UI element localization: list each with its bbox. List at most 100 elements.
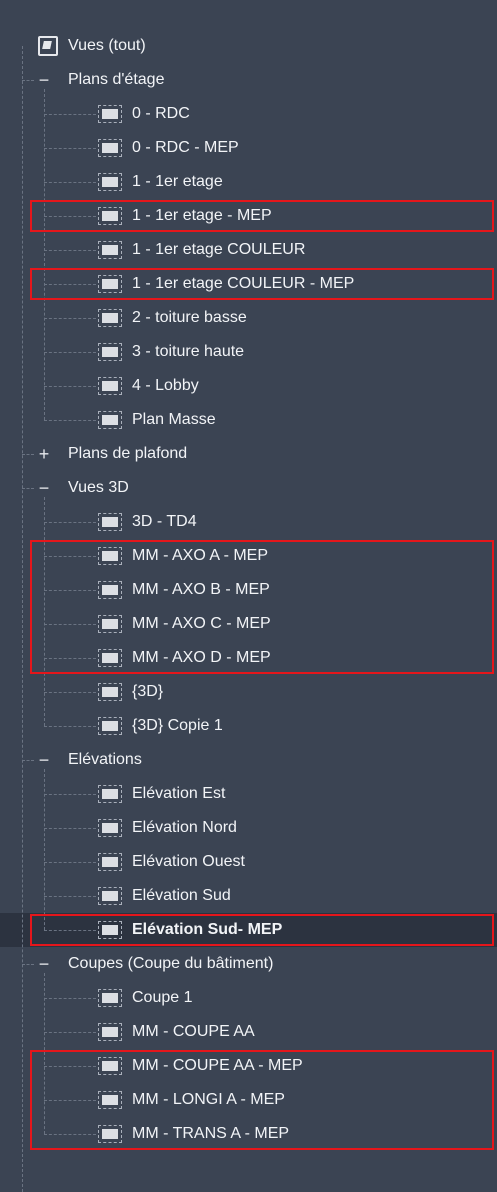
views-root-icon	[38, 36, 58, 56]
tree-connector-line	[44, 1066, 96, 1067]
tree-connector-line	[22, 46, 23, 1192]
tree-root-views-all[interactable]: Vues (tout)	[0, 29, 497, 63]
view-icon	[98, 1057, 122, 1075]
tree-connector-line	[44, 89, 45, 420]
view-icon	[98, 173, 122, 191]
view-icon	[98, 989, 122, 1007]
tree-item-label: Coupe 1	[132, 989, 193, 1006]
tree-item-label: Plan Masse	[132, 411, 216, 428]
tree-item-label: MM - COUPE AA	[132, 1023, 255, 1040]
view-icon	[98, 785, 122, 803]
tree-connector-line	[44, 318, 96, 319]
view-icon	[98, 615, 122, 633]
tree-group-label: Plans de plafond	[68, 445, 188, 462]
view-icon	[98, 275, 122, 293]
view-icon	[98, 411, 122, 429]
view-icon	[98, 343, 122, 361]
view-icon	[98, 105, 122, 123]
tree-connector-line	[22, 964, 34, 965]
tree-item-label: 1 - 1er etage - MEP	[132, 207, 272, 224]
project-browser-tree: Vues (tout) − Plans d'étage 0 - RDC 0 - RDC…	[0, 0, 497, 1192]
tree-connector-line	[44, 973, 45, 1134]
tree-connector-line	[44, 930, 96, 931]
tree-group-label: Plans d'étage	[68, 71, 165, 88]
tree-connector-line	[44, 896, 96, 897]
tree-group-elevations[interactable]: − Elévations	[0, 743, 497, 777]
tree-item-label: MM - AXO B - MEP	[132, 581, 270, 598]
tree-group-coupes-coupe-du-batiment[interactable]: − Coupes (Coupe du bâtiment)	[0, 947, 497, 981]
view-icon	[98, 377, 122, 395]
tree-item-label: {3D}	[132, 683, 164, 700]
view-icon	[98, 1091, 122, 1109]
tree-connector-line	[44, 420, 96, 421]
tree-item-label: MM - COUPE AA - MEP	[132, 1057, 303, 1074]
tree-connector-line	[44, 250, 96, 251]
tree-group-label: Vues 3D	[68, 479, 129, 496]
tree-item-label: 0 - RDC	[132, 105, 190, 122]
view-icon	[98, 547, 122, 565]
view-icon	[98, 921, 122, 939]
tree-connector-line	[44, 386, 96, 387]
view-icon	[98, 853, 122, 871]
tree-connector-line	[44, 556, 96, 557]
tree-group-label: Elévations	[68, 751, 142, 768]
tree-connector-line	[22, 760, 34, 761]
tree-group-label: Coupes (Coupe du bâtiment)	[68, 955, 274, 972]
tree-item-label: MM - TRANS A - MEP	[132, 1125, 290, 1142]
tree-connector-line	[44, 862, 96, 863]
view-icon	[98, 887, 122, 905]
view-icon	[98, 241, 122, 259]
tree-item-label: Elévation Ouest	[132, 853, 245, 870]
tree-connector-line	[44, 624, 96, 625]
tree-item-label: 1 - 1er etage	[132, 173, 223, 190]
tree-item-label: Elévation Sud- MEP	[132, 921, 283, 938]
tree-connector-line	[44, 828, 96, 829]
view-icon	[98, 207, 122, 225]
tree-connector-line	[44, 1134, 96, 1135]
tree-group-plans-de-plafond[interactable]: + Plans de plafond	[0, 437, 497, 471]
tree-item-label: MM - AXO D - MEP	[132, 649, 271, 666]
tree-connector-line	[44, 148, 96, 149]
view-icon	[98, 1125, 122, 1143]
tree-connector-line	[44, 726, 96, 727]
tree-root-label: Vues (tout)	[68, 37, 146, 54]
expand-icon[interactable]: +	[36, 437, 52, 471]
tree-connector-line	[44, 692, 96, 693]
tree-item-label: 4 - Lobby	[132, 377, 199, 394]
tree-connector-line	[22, 454, 34, 455]
view-icon	[98, 683, 122, 701]
tree-connector-line	[44, 769, 45, 930]
view-icon	[98, 1023, 122, 1041]
tree-connector-line	[44, 216, 96, 217]
tree-item-label: Elévation Nord	[132, 819, 237, 836]
tree-connector-line	[44, 522, 96, 523]
tree-item-label: 3 - toiture haute	[132, 343, 245, 360]
tree-item-label: MM - AXO C - MEP	[132, 615, 271, 632]
tree-connector-line	[44, 794, 96, 795]
view-icon	[98, 717, 122, 735]
tree-group-plans-d-etage[interactable]: − Plans d'étage	[0, 63, 497, 97]
tree-item-label: {3D} Copie 1	[132, 717, 223, 734]
tree-connector-line	[44, 590, 96, 591]
tree-group-vues-3d[interactable]: − Vues 3D	[0, 471, 497, 505]
tree-connector-line	[44, 182, 96, 183]
tree-item-label: 3D - TD4	[132, 513, 197, 530]
tree-connector-line	[44, 1100, 96, 1101]
view-icon	[98, 513, 122, 531]
view-icon	[98, 819, 122, 837]
view-icon	[98, 581, 122, 599]
view-icon	[98, 309, 122, 327]
tree-connector-line	[44, 998, 96, 999]
tree-item-label: Elévation Sud	[132, 887, 231, 904]
tree-connector-line	[44, 497, 45, 726]
tree-item-label: 0 - RDC - MEP	[132, 139, 239, 156]
tree-item-label: 1 - 1er etage COULEUR	[132, 241, 306, 258]
tree-item-label: 1 - 1er etage COULEUR - MEP	[132, 275, 355, 292]
tree-connector-line	[22, 488, 34, 489]
view-icon	[98, 649, 122, 667]
tree-connector-line	[44, 284, 96, 285]
tree-connector-line	[44, 658, 96, 659]
tree-item-label: MM - AXO A - MEP	[132, 547, 269, 564]
tree-item-label: Elévation Est	[132, 785, 226, 802]
view-icon	[98, 139, 122, 157]
